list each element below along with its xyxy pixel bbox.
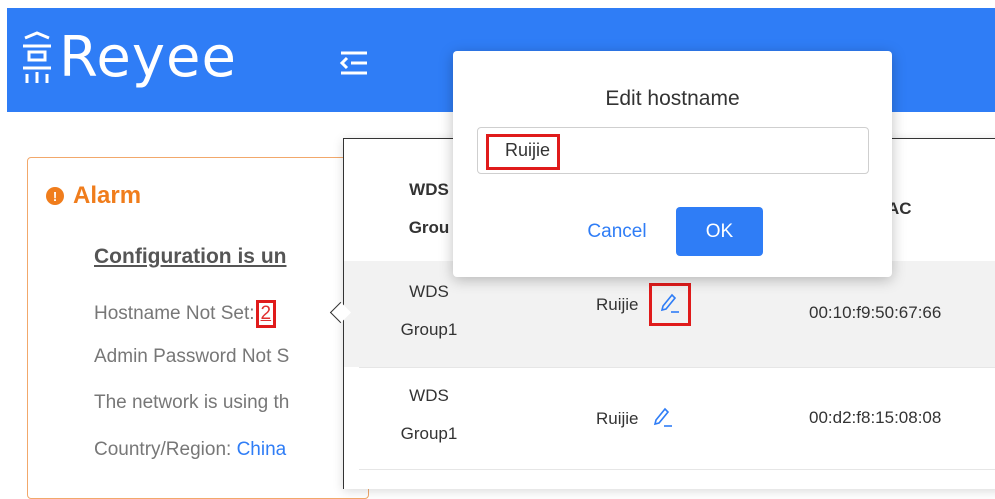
- mac-value: 00:10:f9:50:67:66: [809, 303, 942, 322]
- edit-hostname-button[interactable]: [648, 283, 691, 326]
- pencil-icon: [653, 407, 672, 427]
- exclamation-circle-icon: !: [46, 187, 64, 205]
- country-label: Country/Region:: [94, 439, 232, 460]
- edit-hostname-dialog: Edit hostname Cancel OK: [453, 51, 892, 277]
- cancel-button[interactable]: Cancel: [577, 208, 657, 256]
- pencil-icon: [660, 293, 679, 313]
- country-link[interactable]: China: [237, 439, 287, 460]
- row-divider: [359, 469, 995, 470]
- mac-value: 00:d2:f8:15:08:08: [809, 408, 942, 427]
- menu-fold-icon[interactable]: [339, 50, 369, 76]
- hostname-cell: Ruijie: [596, 283, 691, 326]
- group-cell-line1: WDS: [409, 386, 449, 405]
- group-cell-line2: Group1: [400, 320, 458, 339]
- table-row: WDS Group1 Ruijie 00:d2:f8:15:08:08: [344, 367, 995, 473]
- hostname-value: Ruijie: [596, 408, 639, 428]
- hostname-not-set-label: Hostname Not Set:: [94, 303, 255, 324]
- network-line: The network is using th: [94, 392, 290, 413]
- dialog-title: Edit hostname: [605, 87, 740, 110]
- alarm-title: Alarm: [73, 182, 142, 209]
- alarm-card: ! Alarm Configuration is un Hostname Not…: [27, 157, 369, 499]
- hostname-not-set-line: Hostname Not Set: 2: [94, 300, 277, 328]
- alarm-header: ! Alarm: [46, 182, 141, 210]
- brand-name: Reyee: [59, 25, 237, 90]
- alarm-subtitle[interactable]: Configuration is un: [94, 245, 286, 269]
- hostname-count-link[interactable]: 2: [255, 300, 277, 328]
- logo-glyph-icon: [23, 31, 51, 83]
- hostname-cell: Ruijie: [596, 405, 677, 432]
- hostname-value: Ruijie: [596, 294, 639, 314]
- edit-hostname-button[interactable]: [649, 405, 677, 432]
- group-cell-line1: WDS: [409, 282, 449, 301]
- admin-password-line: Admin Password Not S: [94, 346, 290, 367]
- group-cell-line2: Group1: [400, 424, 458, 443]
- country-line: Country/Region: China: [94, 439, 286, 461]
- hostname-input[interactable]: [477, 127, 869, 174]
- brand-logo: Reyee: [17, 22, 237, 94]
- ok-button[interactable]: OK: [676, 207, 763, 256]
